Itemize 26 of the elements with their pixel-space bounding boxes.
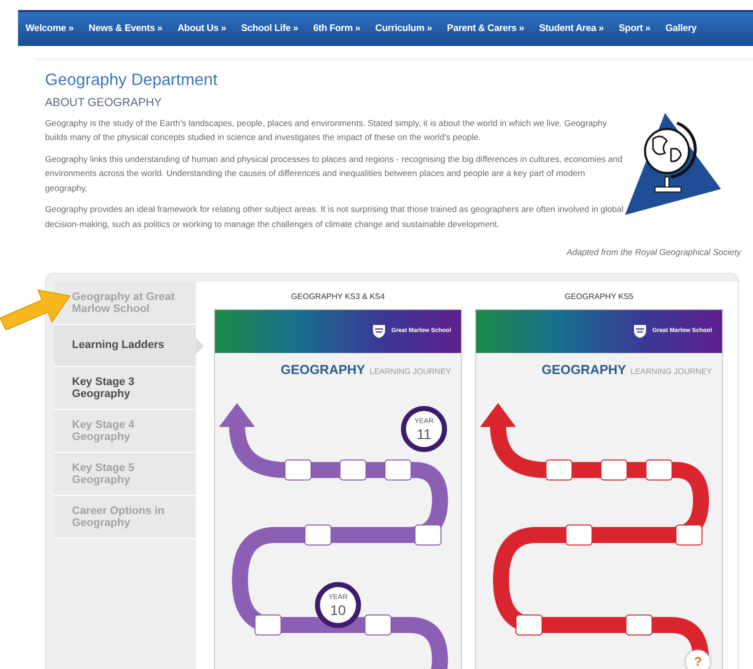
crest-icon — [371, 323, 388, 340]
section-heading: ABOUT GEOGRAPHY — [45, 96, 163, 111]
nav-link[interactable]: About Us » — [170, 22, 234, 36]
poster-caption: GEOGRAPHY KS5 — [564, 290, 634, 303]
nav-link[interactable]: Gallery — [658, 22, 704, 36]
poster-subtitle: LEARNING JOURNEY — [630, 366, 712, 376]
poster-caption: GEOGRAPHY KS3 & KS4 — [290, 290, 386, 303]
nav-link[interactable]: School Life » — [234, 22, 306, 36]
attribution-text: Adapted from the Royal Geographical Society — [565, 246, 741, 259]
nav-link[interactable]: 6th Form » — [306, 22, 368, 36]
crest-icon — [632, 323, 648, 340]
nav-link[interactable]: Parent & Carers » — [440, 22, 532, 36]
nav-link[interactable]: Sport » — [611, 22, 658, 36]
poster-subtitle: LEARNING JOURNEY — [370, 366, 451, 376]
poster-title: GEOGRAPHY — [542, 362, 626, 377]
nav-link[interactable]: Welcome » — [18, 22, 82, 36]
paragraph: Geography is the study of the Earth's landscapes, people, places and environments. Stated simply, it is about the world in which we live. Geography builds many of the physical concepts studied in science and investigates the impact of these on the world's people. — [45, 116, 608, 144]
poster-title: GEOGRAPHY — [280, 362, 366, 377]
nav-link[interactable]: News & Events » — [81, 22, 170, 36]
sidebar-item[interactable]: Key Stage 3 Geography — [54, 366, 196, 410]
paragraph: Geography provides an ideal framework for relating other subject areas. It is not surprising that those trained as geographers are often involved in global decision-making, such as politics or working to manage the challenges of climate change and sustainable development. — [45, 203, 624, 231]
nav-link[interactable]: Student Area » — [532, 22, 612, 36]
nav-link[interactable]: Curriculum » — [368, 22, 440, 36]
paragraph: Geography links this understanding of human and physical processes to places and regions - recognising the big differences in cultures, economies and environments across the world. Understanding the causes of differences and inequalities between places and people are a key part of modern geography. — [45, 152, 624, 195]
globe-icon — [625, 113, 723, 215]
page-title: Geography Department — [45, 71, 218, 91]
